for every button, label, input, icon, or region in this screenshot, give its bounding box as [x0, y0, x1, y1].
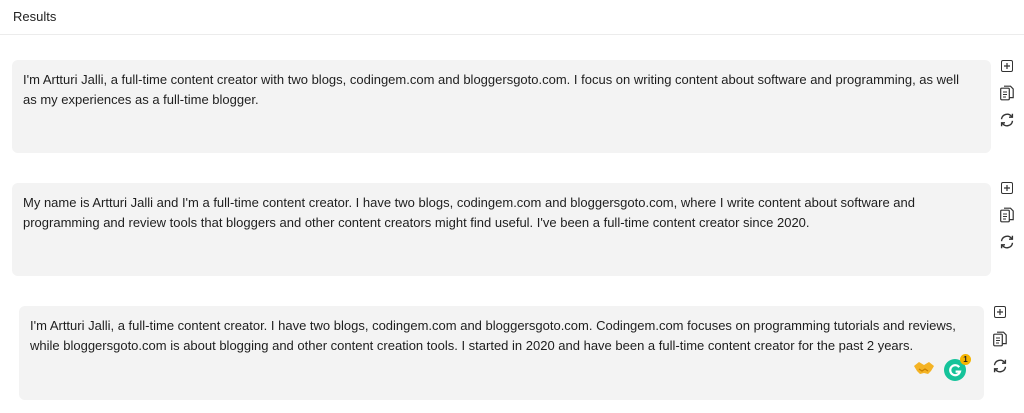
- tone-extension-button[interactable]: [912, 358, 936, 378]
- grammarly-badge: 1: [960, 354, 971, 365]
- copy-button[interactable]: [997, 205, 1017, 225]
- grammarly-button[interactable]: 1: [944, 354, 971, 381]
- results-header: Results: [0, 0, 1024, 35]
- copy-icon: [1000, 207, 1014, 223]
- result-text-1: I'm Artturi Jalli, a full-time content c…: [23, 72, 960, 107]
- regenerate-button[interactable]: [997, 232, 1017, 252]
- copy-button[interactable]: [997, 83, 1017, 103]
- plus-square-icon: [1001, 60, 1013, 72]
- result-text-2: My name is Artturi Jalli and I'm a full-…: [23, 195, 915, 230]
- result-text-3: I'm Artturi Jalli, a full-time content c…: [30, 318, 956, 353]
- refresh-icon: [1000, 235, 1014, 249]
- add-button[interactable]: [997, 56, 1017, 76]
- result-card-2: My name is Artturi Jalli and I'm a full-…: [12, 183, 991, 276]
- result-actions-1: [997, 56, 1017, 132]
- regenerate-button[interactable]: [990, 356, 1010, 376]
- grammarly-icon: [949, 364, 962, 377]
- add-button[interactable]: [997, 178, 1017, 198]
- result-card-1: I'm Artturi Jalli, a full-time content c…: [12, 60, 991, 153]
- plus-square-icon: [994, 306, 1006, 318]
- copy-icon: [1000, 85, 1014, 101]
- results-title: Results: [13, 9, 57, 24]
- result-actions-3: [990, 302, 1010, 378]
- result-card-3: I'm Artturi Jalli, a full-time content c…: [19, 306, 984, 400]
- refresh-icon: [993, 359, 1007, 373]
- refresh-icon: [1000, 113, 1014, 127]
- result-actions-2: [997, 178, 1017, 254]
- plus-square-icon: [1001, 182, 1013, 194]
- add-button[interactable]: [990, 302, 1010, 322]
- handshake-icon: [914, 362, 934, 374]
- copy-icon: [993, 331, 1007, 347]
- regenerate-button[interactable]: [997, 110, 1017, 130]
- copy-button[interactable]: [990, 329, 1010, 349]
